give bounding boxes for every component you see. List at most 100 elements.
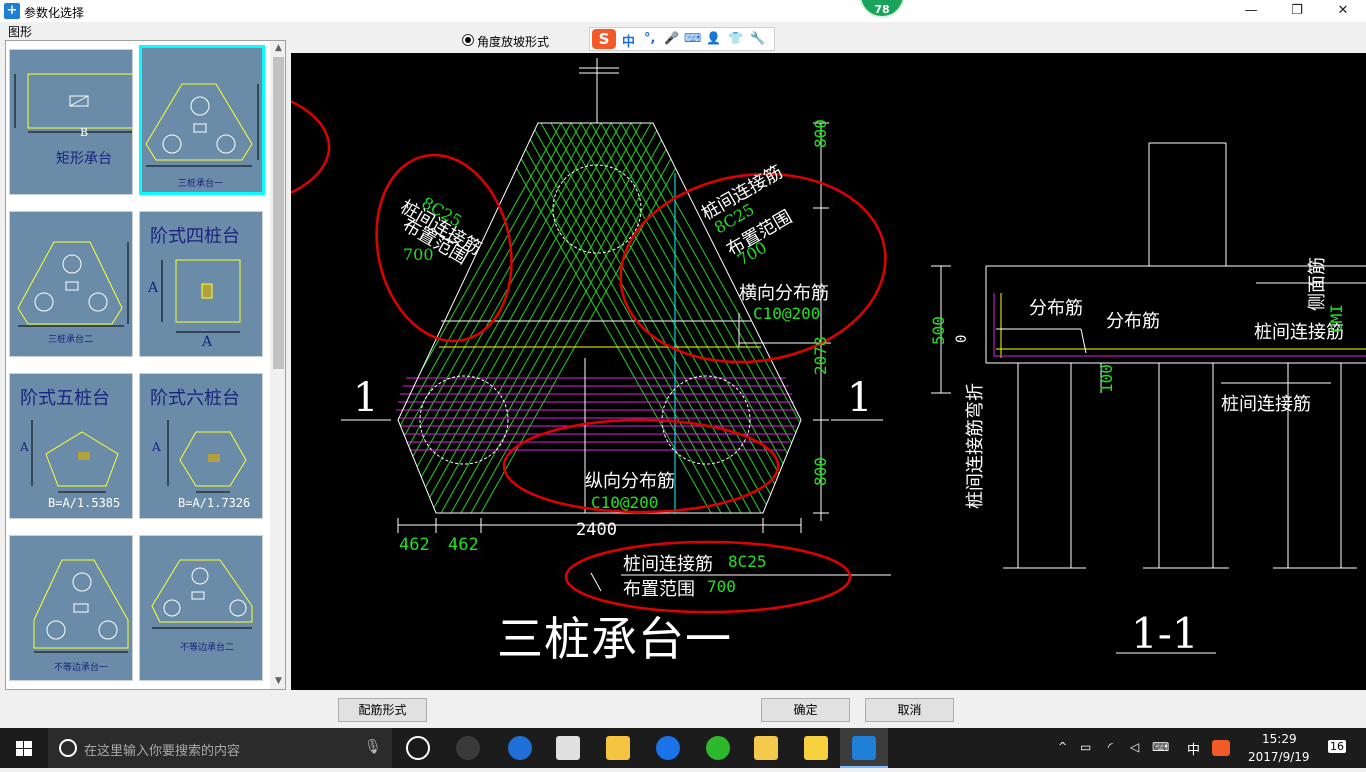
rect-cap-label: 矩形承台 xyxy=(56,151,112,167)
green-app-icon[interactable] xyxy=(706,736,730,760)
dialog-button-bar: 配筋形式 确定 取消 xyxy=(0,690,1366,728)
shape-thumbnail-list: B 矩形承台 三桩承台一 三桩承台二 阶式四桩台 A A 阶式五桩台 A B=A… xyxy=(5,40,286,690)
drawing-main-title: 三桩承台一 xyxy=(497,612,732,666)
vertical-dist-spec: C10@200 xyxy=(591,493,659,512)
dim-top: 800 xyxy=(811,119,830,148)
dist-rebar-label-2: 分布筋 xyxy=(1106,311,1160,332)
thumb-three-pile-cap-2[interactable]: 三桩承台二 xyxy=(9,211,133,357)
pile-link-spec-bottom: 8C25 xyxy=(728,552,767,571)
notification-count: 16 xyxy=(1328,740,1346,753)
taskbar-search-box[interactable]: 在这里输入你要搜索的内容 🎙 xyxy=(48,728,392,768)
skin-icon[interactable]: 👕 xyxy=(728,31,743,45)
file-explorer-icon[interactable] xyxy=(606,736,630,760)
section-dim-100: 100 xyxy=(1097,364,1116,393)
step-five-pile-label: 阶式五桩台 xyxy=(20,388,110,409)
range-value-bottom: 700 xyxy=(707,577,736,596)
active-app-tab[interactable] xyxy=(840,728,888,768)
task-view-icon[interactable] xyxy=(406,736,430,760)
unequal-cap-1-label: 不等边承台一 xyxy=(54,663,109,673)
angle-slope-label[interactable]: 角度放坡形式 xyxy=(477,33,549,50)
unequal-cap-2-label: 不等边承台二 xyxy=(180,643,235,653)
maximize-button[interactable]: ❐ xyxy=(1274,0,1320,22)
horizontal-dist-spec: C10@200 xyxy=(753,304,821,323)
clock-time[interactable]: 15:29 xyxy=(1262,732,1297,746)
ime-punctuation-icon[interactable]: °, xyxy=(644,31,655,46)
ok-button[interactable]: 确定 xyxy=(761,698,850,722)
layout-range-label-bottom: 布置范围 xyxy=(623,579,695,600)
windows-logo-icon xyxy=(16,741,32,756)
ime-indicator[interactable]: 中 xyxy=(1187,739,1200,758)
microphone-icon[interactable]: 🎤 xyxy=(664,31,679,45)
cancel-button[interactable]: 取消 xyxy=(865,698,954,722)
side-rebar-spec: CMI xyxy=(1327,304,1346,333)
thumb-rect-cap[interactable]: B 矩形承台 xyxy=(9,49,135,195)
scroll-up-icon[interactable]: ▲ xyxy=(270,41,285,56)
volume-icon[interactable]: ◁ xyxy=(1130,740,1139,754)
glodon-app-icon[interactable] xyxy=(656,736,680,760)
edge-icon[interactable] xyxy=(508,736,532,760)
scroll-down-icon[interactable]: ▼ xyxy=(270,674,285,689)
store-icon[interactable] xyxy=(556,736,580,760)
horizontal-dist-label: 横向分布筋 xyxy=(739,283,829,304)
battery-icon[interactable]: ▭ xyxy=(1080,740,1091,754)
options-bar: 角度放坡形式 S 中 °, 🎤 ⌨ 👤 👕 🔧 xyxy=(291,25,1366,53)
angle-slope-radio[interactable] xyxy=(462,34,474,46)
microphone-icon[interactable]: 🎙 xyxy=(364,739,382,755)
dim-bottom: 800 xyxy=(811,457,830,486)
app-icon: + xyxy=(4,3,20,19)
step-six-pile-label: 阶式六桩台 xyxy=(150,388,240,409)
close-button[interactable]: ✕ xyxy=(1320,0,1366,22)
thumbnail-scrollbar[interactable]: ▲ ▼ xyxy=(270,41,285,689)
ime-chinese-mode[interactable]: 中 xyxy=(622,31,635,50)
shape-group-label: 图形 xyxy=(8,25,33,39)
start-button[interactable] xyxy=(0,728,48,768)
thumb-step-five-pile[interactable]: 阶式五桩台 A B=A/1.5385 xyxy=(9,373,133,519)
dim-edge-2: 462 xyxy=(448,535,479,555)
dist-rebar-label-1: 分布筋 xyxy=(1029,298,1083,319)
cortana-circle-icon xyxy=(59,739,77,757)
browser-app-icon[interactable] xyxy=(456,736,480,760)
active-app-icon xyxy=(852,736,876,760)
touch-keyboard-icon[interactable]: ⌨ xyxy=(1152,740,1169,754)
help-app-icon[interactable] xyxy=(804,736,828,760)
clock-date[interactable]: 2017/9/19 xyxy=(1248,750,1310,764)
rect-cap-dim: B xyxy=(80,126,89,139)
settings-wrench-icon[interactable]: 🔧 xyxy=(750,31,765,45)
search-placeholder: 在这里输入你要搜索的内容 xyxy=(84,744,241,759)
three-pile-cap-1-preview xyxy=(145,83,259,167)
step-four-pile-dim-a: A xyxy=(148,280,159,296)
unequal-cap-2-preview xyxy=(151,559,253,629)
drawing-canvas[interactable]: 桩间连接筋 8C25 布置范围 700 桩间连接筋 8C25 布置范围 700 … xyxy=(91,53,1366,690)
thumb-unequal-cap-2[interactable]: 不等边承台二 xyxy=(139,535,263,681)
notification-center-icon[interactable]: 16 xyxy=(1324,738,1350,758)
user-icon[interactable]: 👤 xyxy=(706,31,721,45)
range-value-left: 700 xyxy=(403,245,434,264)
ime-toolbar: S 中 °, 🎤 ⌨ 👤 👕 🔧 xyxy=(589,27,775,51)
title-bar: + 参数化选择 78 — ❐ ✕ xyxy=(0,0,1366,22)
wifi-icon[interactable]: ◜ xyxy=(1108,740,1113,754)
sogou-tray-icon[interactable] xyxy=(1212,740,1230,756)
section-mark-left: 1 xyxy=(353,375,379,421)
section-title: 1-1 xyxy=(1131,609,1199,658)
vertical-dist-label: 纵向分布筋 xyxy=(585,471,675,492)
link-bend-label: 桩间连接筋弯折 xyxy=(965,383,986,509)
thumb-unequal-cap-1[interactable]: 不等边承台一 xyxy=(9,535,133,681)
notes-app-icon[interactable] xyxy=(754,736,778,760)
dim-width: 2400 xyxy=(576,520,617,540)
tray-expand-icon[interactable]: ^ xyxy=(1058,740,1067,753)
progress-badge[interactable]: 78 xyxy=(859,0,905,18)
rebar-form-button[interactable]: 配筋形式 xyxy=(338,698,427,722)
step-six-pile-dim-a: A xyxy=(152,440,161,454)
thumb-step-six-pile[interactable]: 阶式六桩台 A B=A/1.7326 xyxy=(139,373,263,519)
sogou-logo-icon[interactable]: S xyxy=(592,29,616,49)
pile-link-section-label-2: 桩间连接筋 xyxy=(1221,394,1311,415)
side-rebar-label: 侧面筋 xyxy=(1307,257,1328,311)
scroll-thumb[interactable] xyxy=(273,57,284,369)
keyboard-icon[interactable]: ⌨ xyxy=(684,31,701,45)
pile-link-label-bottom: 桩间连接筋 xyxy=(623,554,713,575)
thumb-step-four-pile[interactable]: 阶式四桩台 A A xyxy=(139,211,263,357)
windows-taskbar: 在这里输入你要搜索的内容 🎙 ^ ▭ ◜ ◁ ⌨ 中 15:29 2017/9/… xyxy=(0,728,1366,768)
minimize-button[interactable]: — xyxy=(1228,0,1274,22)
rect-cap-preview xyxy=(14,73,135,133)
thumb-three-pile-cap-1[interactable]: 三桩承台一 xyxy=(139,45,265,195)
